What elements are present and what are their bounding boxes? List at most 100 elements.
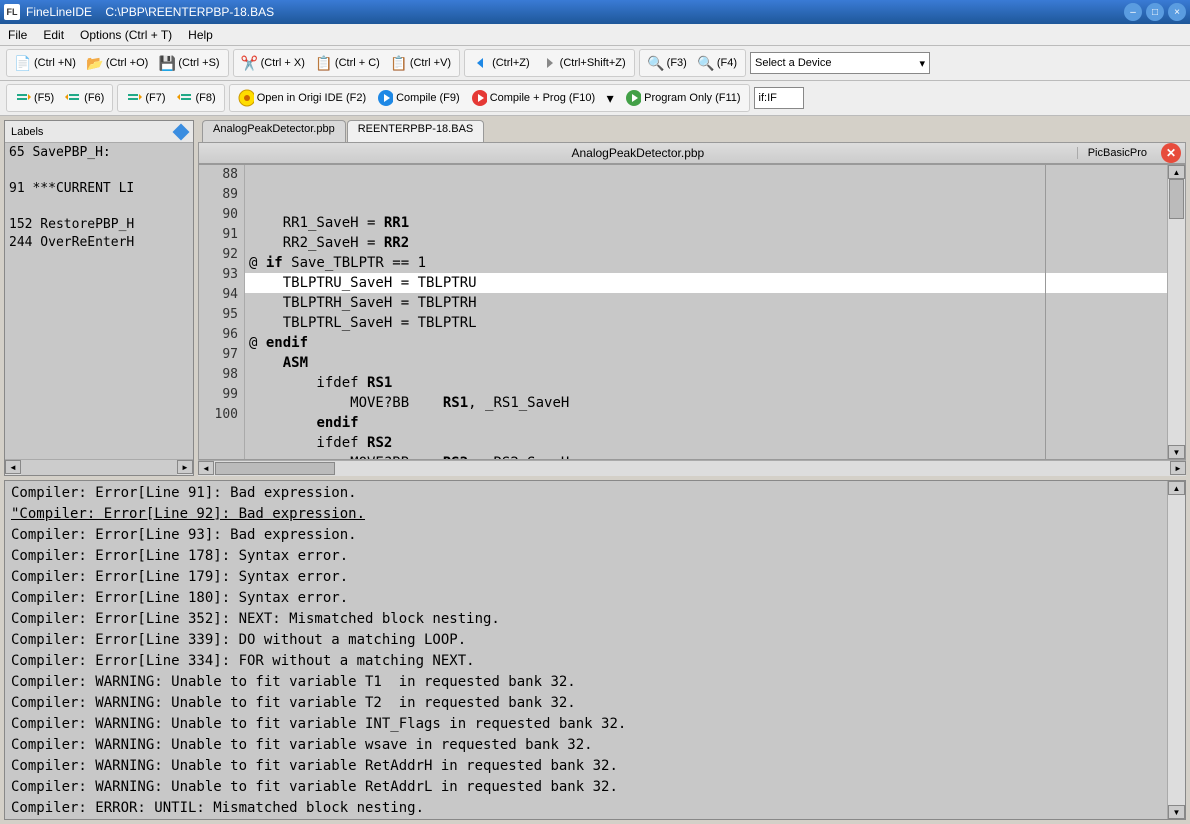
scroll-right-icon[interactable]: ► <box>177 460 193 474</box>
output-line[interactable]: Compiler: Error[Line 179]: Syntax error. <box>11 567 1161 588</box>
menu-edit[interactable]: Edit <box>43 28 64 42</box>
editor-vscroll[interactable]: ▲ ▼ <box>1167 165 1185 459</box>
menubar: File Edit Options (Ctrl + T) Help <box>0 24 1190 46</box>
output-line[interactable]: Compiler: ERROR: UNTIL: Mismatched block… <box>11 798 1161 819</box>
code-line[interactable]: TBLPTRL_SaveH = TBLPTRL <box>245 313 1167 333</box>
output-line[interactable]: Compiler: Error[Line 339]: DO without a … <box>11 630 1161 651</box>
margin-line <box>1045 165 1046 459</box>
output-line[interactable]: Compiler: WARNING: Unable to fit variabl… <box>11 672 1161 693</box>
scroll-thumb[interactable] <box>1169 179 1184 219</box>
scroll-up-icon[interactable]: ▲ <box>1168 165 1185 179</box>
code-line[interactable]: ASM <box>245 353 1167 373</box>
f7-button[interactable]: (F7) <box>122 88 169 108</box>
close-button[interactable]: × <box>1168 3 1186 21</box>
compile-button[interactable]: Compile (F9) <box>373 88 464 108</box>
output-text[interactable]: Compiler: Error[Line 91]: Bad expression… <box>5 481 1167 819</box>
code-line[interactable]: ifdef RS2 <box>245 433 1167 453</box>
output-line[interactable]: Compiler: WARNING: Unable to fit variabl… <box>11 693 1161 714</box>
editor-title: AnalogPeakDetector.pbp <box>199 146 1077 160</box>
scroll-left-icon[interactable]: ◄ <box>5 460 21 474</box>
code-line[interactable]: MOVE?BB RS1, _RS1_SaveH <box>245 393 1167 413</box>
indent-right-icon <box>15 90 31 106</box>
editor-close-button[interactable]: ✕ <box>1161 143 1181 163</box>
editor-hscroll[interactable]: ◄ ► <box>198 460 1186 476</box>
editor-language: PicBasicPro <box>1077 147 1157 159</box>
labels-hscroll[interactable]: ◄ ► <box>5 459 193 475</box>
menu-file[interactable]: File <box>8 28 27 42</box>
program-only-button[interactable]: Program Only (F11) <box>621 88 744 108</box>
code-line[interactable]: @ if Save_TBLPTR == 1 <box>245 253 1167 273</box>
cut-button[interactable]: ✂️ (Ctrl + X) <box>238 53 309 73</box>
output-vscroll[interactable]: ▲ ▼ <box>1167 481 1185 819</box>
open-button[interactable]: 📂 (Ctrl +O) <box>83 53 152 73</box>
output-panel: Compiler: Error[Line 91]: Bad expression… <box>4 480 1186 820</box>
output-line[interactable]: Compiler: Error[Line 178]: Syntax error. <box>11 546 1161 567</box>
titlebar-text: FineLineIDE C:\PBP\REENTERPBP-18.BAS <box>26 5 1124 19</box>
f6-button[interactable]: (F6) <box>61 88 108 108</box>
play-blue-icon <box>377 90 393 106</box>
paste-button[interactable]: 📋 (Ctrl +V) <box>387 53 455 73</box>
hscroll-thumb[interactable] <box>215 462 335 475</box>
open-origi-button[interactable]: Open in Origi IDE (F2) <box>234 88 370 108</box>
output-line[interactable]: Compiler: Error[Line 91]: Bad expression… <box>11 483 1161 504</box>
f5-button[interactable]: (F5) <box>11 88 58 108</box>
output-line[interactable]: Compiler: Error[Line 334]: FOR without a… <box>11 651 1161 672</box>
code-line[interactable]: RR2_SaveH = RR2 <box>245 233 1167 253</box>
save-button[interactable]: 💾 (Ctrl +S) <box>155 53 223 73</box>
window-controls: – □ × <box>1124 3 1186 21</box>
editor-tabs: AnalogPeakDetector.pbp REENTERPBP-18.BAS <box>198 120 1186 142</box>
scroll-up-icon[interactable]: ▲ <box>1168 481 1185 495</box>
labels-list[interactable]: 65 SavePBP_H: 91 ***CURRENT LI 152 Resto… <box>5 143 193 459</box>
code-line[interactable]: endif <box>245 413 1167 433</box>
toolbar-2: (F5) (F6) (F7) (F8) Open in Origi IDE (F… <box>0 81 1190 116</box>
eye-icon <box>238 90 254 106</box>
compile-prog-button[interactable]: Compile + Prog (F10) <box>467 88 599 108</box>
dropdown-icon: ▾ <box>919 57 925 70</box>
dropdown-arrow-icon[interactable]: ▾ <box>602 90 618 106</box>
output-line[interactable]: Compiler: Error[Line 93]: Bad expression… <box>11 525 1161 546</box>
if-indicator: if:IF <box>754 87 804 109</box>
search-icon: 🔍 <box>648 55 664 71</box>
code-line[interactable]: RR1_SaveH = RR1 <box>245 213 1167 233</box>
output-line[interactable]: Compiler: Error[Line 352]: NEXT: Mismatc… <box>11 609 1161 630</box>
scroll-left-icon[interactable]: ◄ <box>198 461 214 475</box>
redo-button[interactable]: (Ctrl+Shift+Z) <box>537 53 630 73</box>
menu-help[interactable]: Help <box>188 28 213 42</box>
code-line[interactable]: @ endif <box>245 333 1167 353</box>
output-line[interactable]: Compiler: WARNING: Unable to fit variabl… <box>11 735 1161 756</box>
tab-analog[interactable]: AnalogPeakDetector.pbp <box>202 120 346 142</box>
main-area: Labels 65 SavePBP_H: 91 ***CURRENT LI 15… <box>0 116 1190 480</box>
labels-header[interactable]: Labels <box>5 121 193 143</box>
output-line[interactable]: Compiler: WARNING: Unable to fit variabl… <box>11 714 1161 735</box>
scroll-down-icon[interactable]: ▼ <box>1168 445 1185 459</box>
cut-icon: ✂️ <box>242 55 258 71</box>
code-line[interactable]: MOVE?BB RS2, RS2 SaveH <box>245 453 1167 459</box>
code-line[interactable]: TBLPTRU_SaveH = TBLPTRU <box>245 273 1167 293</box>
undo-button[interactable]: (Ctrl+Z) <box>469 53 534 73</box>
find-button[interactable]: 🔍 (F3) <box>644 53 691 73</box>
maximize-button[interactable]: □ <box>1146 3 1164 21</box>
copy-button[interactable]: 📋 (Ctrl + C) <box>312 53 384 73</box>
output-line[interactable]: "Compiler: Error[Line 92]: Bad expressio… <box>11 504 1161 525</box>
output-line[interactable]: Compiler: Error[Line 180]: Syntax error. <box>11 588 1161 609</box>
play-red-icon <box>471 90 487 106</box>
code-area[interactable]: RR1_SaveH = RR1 RR2_SaveH = RR2@ if Save… <box>245 165 1167 459</box>
comment-icon <box>126 90 142 106</box>
scroll-down-icon[interactable]: ▼ <box>1168 805 1185 819</box>
code-line[interactable]: ifdef RS1 <box>245 373 1167 393</box>
code-line[interactable]: TBLPTRH_SaveH = TBLPTRH <box>245 293 1167 313</box>
minimize-button[interactable]: – <box>1124 3 1142 21</box>
titlebar: FL FineLineIDE C:\PBP\REENTERPBP-18.BAS … <box>0 0 1190 24</box>
output-line[interactable]: Compiler: WARNING: Unable to fit variabl… <box>11 777 1161 798</box>
scroll-right-icon[interactable]: ► <box>1170 461 1186 475</box>
f8-button[interactable]: (F8) <box>173 88 220 108</box>
menu-options[interactable]: Options (Ctrl + T) <box>80 28 172 42</box>
replace-button[interactable]: 🔍 (F4) <box>694 53 741 73</box>
new-button[interactable]: 📄 (Ctrl +N) <box>11 53 80 73</box>
toolbar-1: 📄 (Ctrl +N) 📂 (Ctrl +O) 💾 (Ctrl +S) ✂️ (… <box>0 46 1190 81</box>
play-green-icon <box>625 90 641 106</box>
output-line[interactable]: Compiler: WARNING: Unable to fit variabl… <box>11 756 1161 777</box>
device-select[interactable]: Select a Device ▾ <box>750 52 930 74</box>
copy-icon: 📋 <box>316 55 332 71</box>
tab-reenter[interactable]: REENTERPBP-18.BAS <box>347 120 485 142</box>
